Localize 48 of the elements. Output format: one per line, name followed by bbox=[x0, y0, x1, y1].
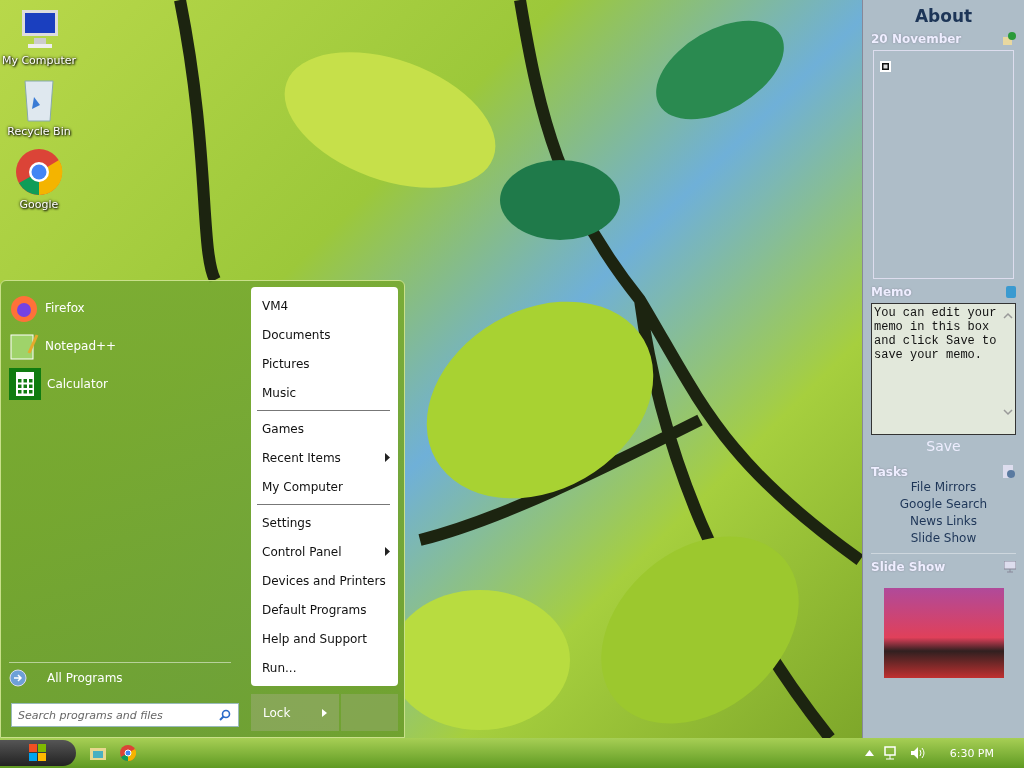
menu-item[interactable]: Documents bbox=[251, 320, 398, 349]
date-heading: 20 November bbox=[871, 32, 962, 46]
caret-icon bbox=[322, 708, 327, 717]
checkbox-icon bbox=[880, 61, 891, 72]
memo-box[interactable]: You can edit your memo in this box and click Save to save your memo. bbox=[871, 303, 1016, 435]
monitor-icon bbox=[1004, 561, 1016, 573]
arrow-circle-icon bbox=[9, 669, 27, 687]
menu-item[interactable]: Default Programs bbox=[251, 595, 398, 624]
speaker-icon[interactable] bbox=[909, 746, 926, 760]
submenu-arrow-icon bbox=[385, 547, 390, 556]
tasks-heading: Tasks bbox=[871, 465, 908, 479]
shortcut-label: My Computer bbox=[1, 54, 77, 67]
submenu-arrow-icon bbox=[385, 453, 390, 462]
menu-item[interactable]: Settings bbox=[251, 508, 398, 537]
menu-item[interactable]: Recent Items bbox=[251, 443, 398, 472]
memo-heading: Memo bbox=[871, 285, 912, 299]
memo-text: You can edit your memo in this box and click Save to save your memo. bbox=[873, 305, 998, 364]
notepad-icon bbox=[9, 331, 39, 361]
menu-item[interactable]: Pictures bbox=[251, 349, 398, 378]
task-link[interactable]: File Mirrors bbox=[910, 479, 977, 496]
up-arrow-icon[interactable] bbox=[864, 750, 874, 756]
shortcut-label: Recycle Bin bbox=[7, 125, 71, 138]
task-link[interactable]: Slide Show bbox=[910, 530, 977, 547]
menu-item[interactable]: Control Panel bbox=[251, 537, 398, 566]
task-link[interactable]: Google Search bbox=[899, 496, 988, 513]
clock-document-icon bbox=[1002, 465, 1016, 479]
menu-item[interactable]: Help and Support bbox=[251, 624, 398, 653]
browser-icon bbox=[15, 148, 63, 196]
clock-text: 6:30 PM bbox=[949, 746, 994, 760]
firefox-icon bbox=[9, 293, 39, 323]
recycle-bin-icon bbox=[22, 77, 56, 123]
menu-item[interactable]: Devices and Printers bbox=[251, 566, 398, 595]
folder-icon[interactable] bbox=[90, 746, 106, 760]
search-icon bbox=[219, 709, 231, 721]
slide-show-heading: Slide Show bbox=[871, 560, 946, 574]
task-link[interactable]: News Links bbox=[909, 513, 978, 530]
windows-logo-icon bbox=[29, 744, 47, 762]
browser-icon[interactable] bbox=[120, 745, 136, 761]
menu-item[interactable]: VM4 bbox=[251, 291, 398, 320]
menu-item[interactable]: Run... bbox=[251, 653, 398, 682]
menu-item[interactable]: Games bbox=[251, 414, 398, 443]
sidebar-title: About bbox=[913, 6, 974, 26]
search-field[interactable]: Search programs and files bbox=[11, 703, 239, 727]
shortcut-label: Google bbox=[19, 198, 59, 211]
menu-item[interactable]: Music bbox=[251, 378, 398, 407]
menu-item[interactable]: My Computer bbox=[251, 472, 398, 501]
calculator-icon bbox=[9, 368, 41, 400]
start-button[interactable] bbox=[0, 740, 76, 766]
